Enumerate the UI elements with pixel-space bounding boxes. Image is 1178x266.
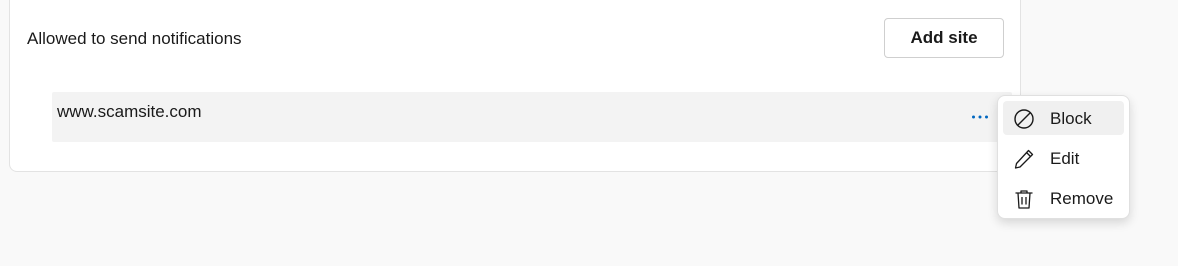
notifications-card: Allowed to send notifications Add site w…	[9, 0, 1021, 172]
more-horizontal-icon	[972, 115, 988, 119]
add-site-button[interactable]: Add site	[884, 18, 1004, 58]
menu-item-edit[interactable]: Edit	[1003, 141, 1124, 175]
menu-item-label: Remove	[1050, 189, 1114, 208]
block-icon	[1013, 108, 1035, 130]
trash-icon	[1013, 188, 1035, 210]
menu-item-label: Block	[1050, 109, 1092, 128]
context-menu: Block Edit Remove	[997, 95, 1130, 219]
site-row: www.scamsite.com	[52, 92, 1012, 142]
menu-item-block[interactable]: Block	[1003, 101, 1124, 135]
more-options-button[interactable]	[966, 106, 994, 128]
pencil-icon	[1013, 148, 1035, 170]
site-name: www.scamsite.com	[57, 102, 202, 121]
menu-item-remove[interactable]: Remove	[1003, 181, 1124, 215]
section-title: Allowed to send notifications	[27, 29, 242, 48]
menu-item-label: Edit	[1050, 149, 1080, 168]
